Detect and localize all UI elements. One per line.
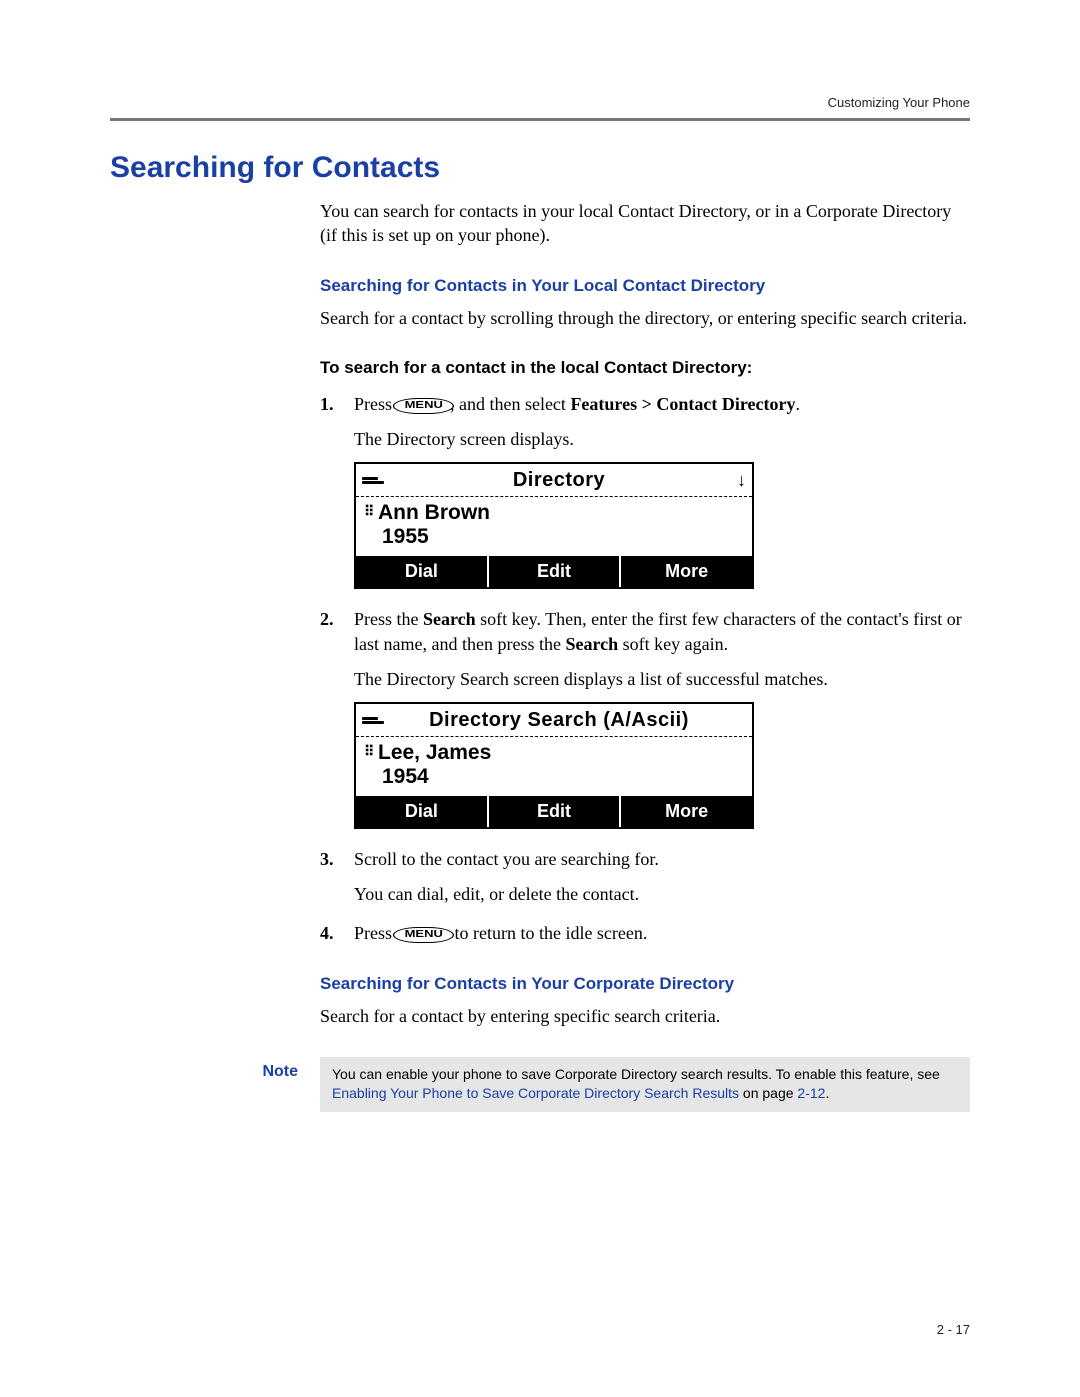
down-arrow-icon: ↓ xyxy=(726,468,746,493)
main-content: You can search for contacts in your loca… xyxy=(320,199,970,1029)
step2-result: The Directory Search screen displays a l… xyxy=(354,667,970,692)
note-text2: on page xyxy=(739,1085,797,1101)
step1-result: The Directory screen displays. xyxy=(354,427,970,452)
page-title: Searching for Contacts xyxy=(110,151,970,185)
softkey-edit: Edit xyxy=(489,796,622,827)
step-2: Press the Search soft key. Then, enter t… xyxy=(320,607,970,829)
list-marker-icon: ⠿ xyxy=(364,504,378,518)
step1-end: . xyxy=(795,394,800,414)
phone-icon xyxy=(362,477,392,484)
section-heading-corporate: Searching for Contacts in Your Corporate… xyxy=(320,974,970,994)
softkey-dial: Dial xyxy=(356,556,489,587)
step1-path: Features > Contact Directory xyxy=(570,394,795,414)
lcd1-contact-number: 1955 xyxy=(364,525,744,549)
step4-pre: Press xyxy=(354,923,397,943)
phone-screen-search: Directory Search (A/Ascii) ⠿Lee, James 1… xyxy=(354,702,754,828)
page-number: 2 - 17 xyxy=(937,1322,970,1337)
step1-text-pre: Press xyxy=(354,394,397,414)
step2-b1: Search xyxy=(423,609,476,629)
lcd2-title: Directory Search (A/Ascii) xyxy=(392,706,726,734)
lcd1-contact-name: Ann Brown xyxy=(378,501,490,525)
procedure-heading: To search for a contact in the local Con… xyxy=(320,358,970,378)
lcd2-contact-number: 1954 xyxy=(364,765,744,789)
softkey-dial: Dial xyxy=(356,796,489,827)
note-text1: You can enable your phone to save Corpor… xyxy=(332,1066,940,1082)
menu-key-icon: MENU xyxy=(392,927,454,943)
step-list: Press MENU, and then select Features > C… xyxy=(320,392,970,946)
note-body: You can enable your phone to save Corpor… xyxy=(320,1057,970,1112)
step3-a: Scroll to the contact you are searching … xyxy=(354,847,970,872)
section-body-local: Search for a contact by scrolling throug… xyxy=(320,306,970,330)
step3-b: You can dial, edit, or delete the contac… xyxy=(354,882,970,907)
running-header: Customizing Your Phone xyxy=(110,95,970,110)
step1-text-post: , and then select xyxy=(450,394,570,414)
lcd2-softkeys: Dial Edit More xyxy=(356,796,752,827)
step2-b2: Search xyxy=(565,634,618,654)
softkey-more: More xyxy=(621,796,752,827)
step4-post: to return to the idle screen. xyxy=(450,923,647,943)
menu-key-icon: MENU xyxy=(392,398,454,414)
phone-screen-directory: Directory ↓ ⠿Ann Brown 1955 Dial Edit Mo… xyxy=(354,462,754,588)
lcd1-title: Directory xyxy=(392,466,726,494)
step2-pre: Press the xyxy=(354,609,423,629)
lcd2-contact-name: Lee, James xyxy=(378,741,491,765)
softkey-edit: Edit xyxy=(489,556,622,587)
section-heading-local: Searching for Contacts in Your Local Con… xyxy=(320,276,970,296)
phone-icon xyxy=(362,717,392,724)
intro-paragraph: You can search for contacts in your loca… xyxy=(320,199,970,248)
note-text3: . xyxy=(825,1085,829,1101)
step2-post: soft key again. xyxy=(618,634,728,654)
note-block: Note You can enable your phone to save C… xyxy=(220,1057,970,1112)
step-4: Press MENU to return to the idle screen. xyxy=(320,921,970,946)
softkey-more: More xyxy=(621,556,752,587)
lcd1-softkeys: Dial Edit More xyxy=(356,556,752,587)
step-1: Press MENU, and then select Features > C… xyxy=(320,392,970,589)
list-marker-icon: ⠿ xyxy=(364,744,378,758)
note-pageref[interactable]: 2-12 xyxy=(797,1085,825,1101)
step-3: Scroll to the contact you are searching … xyxy=(320,847,970,907)
note-link[interactable]: Enabling Your Phone to Save Corporate Di… xyxy=(332,1085,739,1101)
section-body-corporate: Search for a contact by entering specifi… xyxy=(320,1004,970,1028)
header-rule xyxy=(110,118,970,121)
note-label: Note xyxy=(220,1057,320,1112)
